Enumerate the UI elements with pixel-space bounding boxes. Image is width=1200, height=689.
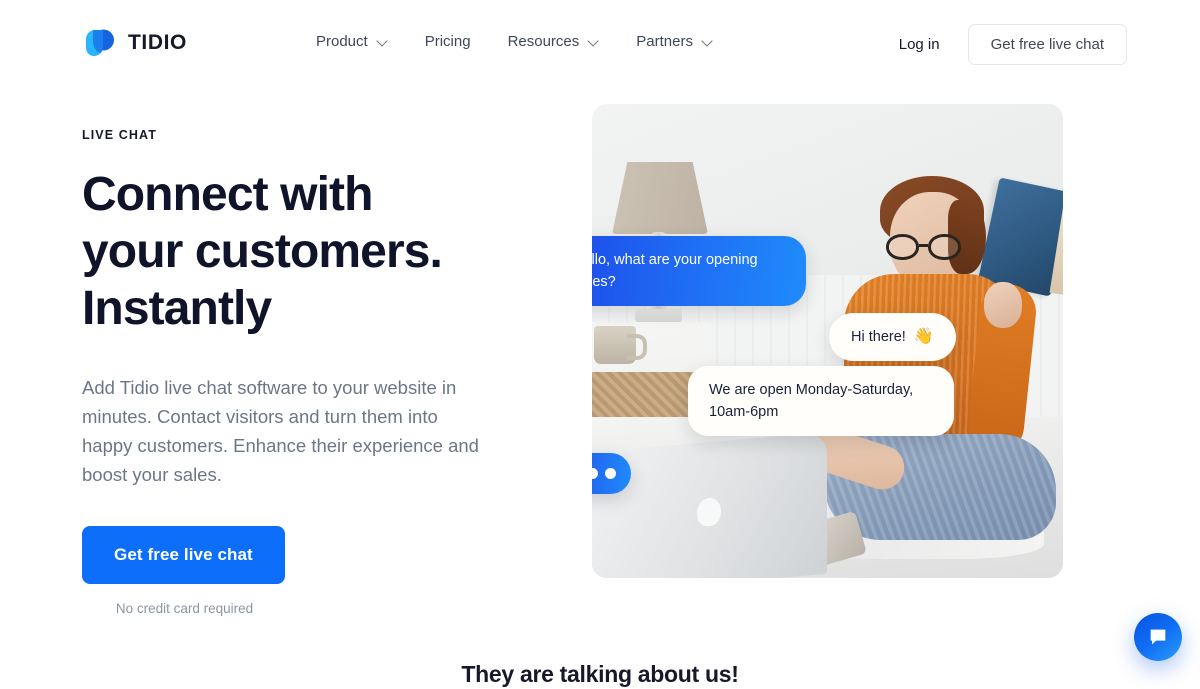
site-header: TIDIO Product Pricing Resources Partners… [0, 0, 1200, 85]
nav-item-product[interactable]: Product [316, 31, 388, 53]
chat-bubble-agent-hours: We are open Monday-Saturday, 10am-6pm [688, 366, 954, 436]
photo-person-hand [984, 282, 1022, 328]
nav-item-pricing[interactable]: Pricing [425, 31, 471, 53]
chevron-down-icon [702, 36, 713, 47]
chevron-down-icon [377, 36, 388, 47]
page-root: TIDIO Product Pricing Resources Partners… [0, 0, 1200, 689]
photo-lamp-shade [612, 162, 708, 234]
nav-item-label: Product [316, 33, 368, 50]
chat-bubble-text: Hi there! [851, 329, 906, 345]
photo-person-glasses [886, 234, 966, 260]
nav-item-label: Pricing [424, 33, 471, 50]
main-navigation: Product Pricing Resources Partners [316, 31, 713, 53]
header-cta-button[interactable]: Get free live chat [967, 24, 1127, 65]
header-actions: Log in Get free live chat [889, 24, 1127, 65]
waving-hand-icon: 👋 [913, 328, 934, 345]
chat-bubble-visitor-message: Hello, what are your opening times? [592, 236, 806, 306]
chat-bubble-agent-greeting: Hi there! 👋 [829, 313, 956, 361]
nav-item-resources[interactable]: Resources [508, 31, 600, 53]
brand-logo[interactable]: TIDIO [82, 25, 187, 61]
nav-item-label: Resources [507, 33, 580, 50]
chevron-down-icon [588, 36, 599, 47]
tidio-logo-icon [82, 25, 118, 61]
chat-typing-indicator [592, 453, 631, 494]
typing-dot [592, 468, 598, 479]
chat-bubble-text: We are open Monday-Saturday, 10am-6pm [709, 382, 914, 420]
photo-mug [594, 326, 647, 364]
social-proof-title: They are talking about us! [461, 661, 739, 687]
typing-dot [604, 468, 616, 479]
photo-lamp-base [635, 309, 682, 323]
photo-laptop-logo [697, 496, 721, 528]
hero-eyebrow: LIVE CHAT [82, 128, 157, 142]
nav-item-partners[interactable]: Partners [636, 31, 713, 53]
hero-subcopy: Add Tidio live chat software to your web… [82, 377, 479, 485]
hero-cta-button[interactable]: Get free live chat [82, 526, 285, 584]
brand-name: TIDIO [128, 31, 187, 54]
photo-laptop [592, 431, 827, 578]
chat-bubble-icon [1147, 626, 1169, 648]
chat-bubble-text: Hello, what are your opening times? [592, 252, 758, 290]
nav-item-label: Partners [636, 33, 693, 50]
login-link[interactable]: Log in [889, 28, 950, 61]
chat-widget-button[interactable] [1134, 613, 1182, 661]
social-proof-section: They are talking about us! [0, 659, 1200, 689]
hero-cta-note: No credit card required [115, 601, 254, 616]
hero-photo [592, 104, 1063, 578]
hero-image: Hello, what are your opening times? Hi t… [592, 104, 1063, 578]
page-title: Connect with your customers. Instantly [82, 168, 443, 335]
hero-copy: LIVE CHAT Connect with your customers. I… [82, 128, 512, 616]
